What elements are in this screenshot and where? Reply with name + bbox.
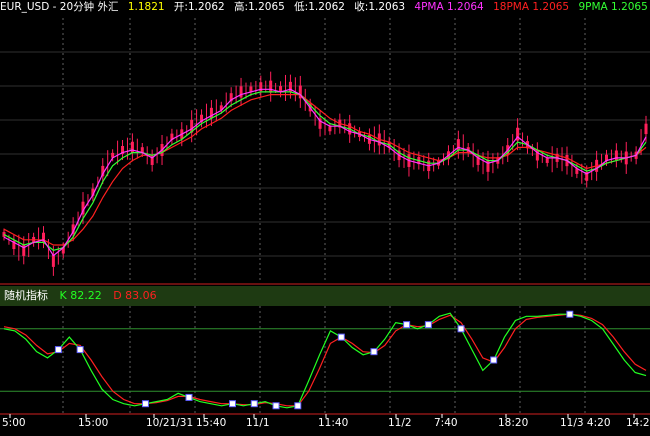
x-axis-tick-label: 18:20: [498, 417, 528, 429]
chart-canvas: 5:00 15:00 10/21/31 15:40 11/1 11:40 11/2 7:40 1…: [0, 18, 650, 429]
stoch-cross-marker: [250, 400, 258, 408]
stoch-cross-marker: [403, 321, 411, 329]
price-candle-body: [644, 123, 648, 135]
stoch-cross-marker: [294, 402, 302, 410]
stoch-cross-marker: [272, 402, 280, 410]
price-candle-body: [22, 244, 26, 256]
x-axis-tick-label: 5:00: [2, 417, 26, 429]
stoch-cross-marker: [185, 393, 193, 401]
x-axis-tick-label: 15:40: [196, 417, 226, 429]
stoch-cross-marker: [424, 321, 432, 329]
stoch-cross-marker: [457, 325, 465, 333]
stoch-cross-marker: [490, 356, 498, 364]
price-candle-body: [545, 158, 549, 163]
stoch-cross-marker: [76, 346, 84, 354]
price-candle-body: [51, 254, 55, 267]
price-candle-body: [130, 141, 134, 153]
stoch-cross-marker: [229, 400, 237, 408]
stoch-cross-marker: [54, 346, 62, 354]
x-axis-tick-label: 15:00: [78, 417, 108, 429]
x-axis-tick-label: 10/21/31: [146, 417, 193, 429]
x-axis-tick-label: 11/2: [388, 417, 412, 429]
x-axis-tick-label: 11:40: [318, 417, 348, 429]
stoch-cross-marker: [337, 333, 345, 341]
stoch-cross-marker: [370, 348, 378, 356]
x-axis-tick-label: 11/1: [246, 417, 270, 429]
stoch-cross-marker: [566, 310, 574, 318]
price-candle-body: [486, 159, 490, 172]
price-candle-body: [328, 126, 332, 132]
ma9-line: [3, 91, 647, 251]
x-axis-tick-label: 14:20: [626, 417, 650, 429]
stoch-cross-marker: [141, 400, 149, 408]
x-axis-tick-label: 7:40: [434, 417, 458, 429]
price-candle-body: [239, 86, 243, 98]
price-candle-body: [269, 80, 273, 93]
x-axis-tick-label: 11/3 4:20: [560, 417, 611, 429]
